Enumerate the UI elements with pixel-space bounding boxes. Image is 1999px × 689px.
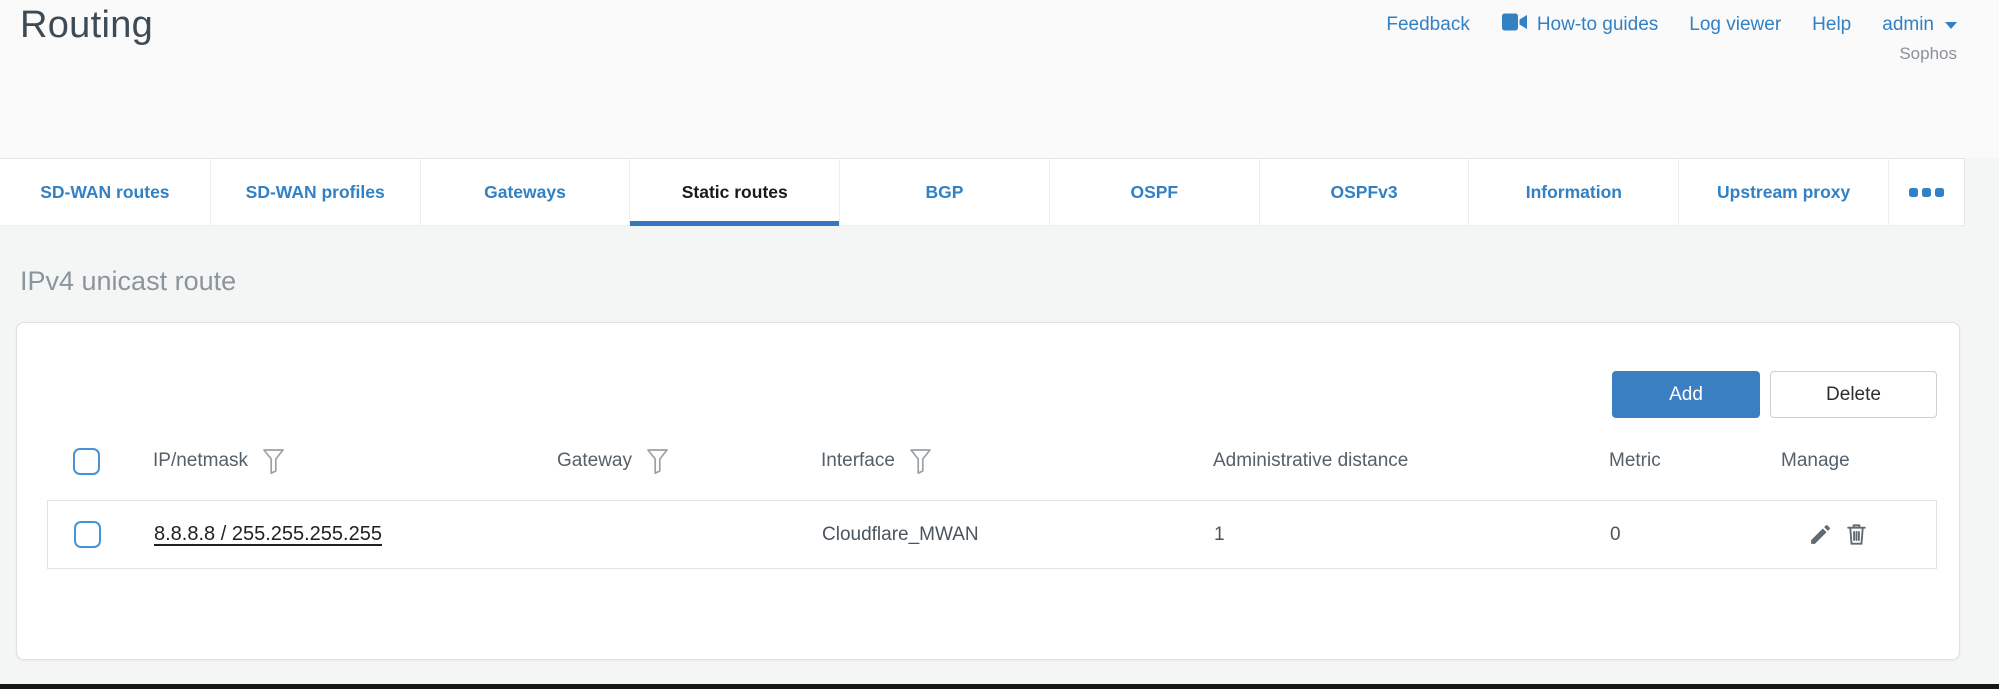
tab-label: OSPFv3 xyxy=(1331,182,1398,203)
toolbar: Add Delete xyxy=(1612,371,1937,418)
tab-information[interactable]: Information xyxy=(1468,159,1678,225)
delete-button[interactable]: Delete xyxy=(1770,371,1937,418)
interface-cell: Cloudflare_MWAN xyxy=(822,524,1214,546)
how-to-guides-link[interactable]: How-to guides xyxy=(1501,12,1658,38)
tab-label: SD-WAN routes xyxy=(40,182,169,203)
tab-label: Gateways xyxy=(484,182,566,203)
column-label: Administrative distance xyxy=(1213,450,1408,472)
ellipsis-icon xyxy=(1909,188,1918,197)
admin-menu[interactable]: admin xyxy=(1882,14,1957,36)
tab-sdwan-routes[interactable]: SD-WAN routes xyxy=(0,159,210,225)
tab-static-routes[interactable]: Static routes xyxy=(629,159,839,225)
brand-label: Sophos xyxy=(1899,44,1957,64)
tab-bgp[interactable]: BGP xyxy=(839,159,1049,225)
routes-card: Add Delete IP/netmask Gateway Interface … xyxy=(16,322,1960,660)
column-header-gateway: Gateway xyxy=(557,448,821,474)
admin-menu-label: admin xyxy=(1882,14,1934,36)
column-header-metric: Metric xyxy=(1609,450,1781,472)
route-link[interactable]: 8.8.8.8 / 255.255.255.255 xyxy=(154,523,382,545)
filter-icon[interactable] xyxy=(909,448,932,474)
column-label: Gateway xyxy=(557,450,632,472)
edit-pencil-icon[interactable] xyxy=(1808,522,1833,547)
select-all-checkbox[interactable] xyxy=(73,448,100,475)
log-viewer-link[interactable]: Log viewer xyxy=(1689,14,1781,36)
column-header-manage: Manage xyxy=(1781,450,1937,472)
tab-label: Information xyxy=(1526,182,1622,203)
tab-ospf[interactable]: OSPF xyxy=(1049,159,1259,225)
add-button[interactable]: Add xyxy=(1612,371,1760,418)
filter-icon[interactable] xyxy=(262,448,285,474)
log-viewer-label: Log viewer xyxy=(1689,14,1781,36)
column-header-interface: Interface xyxy=(821,448,1213,474)
admin-distance-cell: 1 xyxy=(1214,524,1610,546)
column-label: Manage xyxy=(1781,450,1850,472)
manage-cell xyxy=(1782,522,1936,547)
column-label: Metric xyxy=(1609,450,1661,472)
column-header-admin-distance: Administrative distance xyxy=(1213,450,1609,472)
column-label: Interface xyxy=(821,450,895,472)
tab-label: BGP xyxy=(926,182,964,203)
feedback-link[interactable]: Feedback xyxy=(1386,14,1469,36)
tab-upstream-proxy[interactable]: Upstream proxy xyxy=(1678,159,1888,225)
column-header-ip-netmask: IP/netmask xyxy=(153,448,557,474)
row-checkbox[interactable] xyxy=(74,521,101,548)
ellipsis-icon xyxy=(1922,188,1931,197)
tab-label: Static routes xyxy=(682,182,788,203)
how-to-guides-label: How-to guides xyxy=(1537,14,1658,36)
tab-label: OSPF xyxy=(1130,182,1178,203)
tab-sdwan-profiles[interactable]: SD-WAN profiles xyxy=(210,159,420,225)
table-row: 8.8.8.8 / 255.255.255.255 Cloudflare_MWA… xyxy=(47,500,1937,569)
chevron-down-icon xyxy=(1945,22,1957,29)
delete-trash-icon[interactable] xyxy=(1844,522,1869,547)
video-camera-icon xyxy=(1501,12,1528,38)
feedback-link-label: Feedback xyxy=(1386,14,1469,36)
bottom-window-edge xyxy=(0,684,1999,689)
tab-label: SD-WAN profiles xyxy=(246,182,385,203)
help-link[interactable]: Help xyxy=(1812,14,1851,36)
column-label: IP/netmask xyxy=(153,450,248,472)
ellipsis-icon xyxy=(1935,188,1944,197)
table-header: IP/netmask Gateway Interface Administrat… xyxy=(47,439,1937,483)
top-nav: Feedback How-to guides Log viewer Help a… xyxy=(1386,12,1957,38)
tab-ospfv3[interactable]: OSPFv3 xyxy=(1259,159,1469,225)
tab-overflow-button[interactable] xyxy=(1888,159,1964,225)
metric-cell: 0 xyxy=(1610,524,1782,546)
tab-gateways[interactable]: Gateways xyxy=(420,159,630,225)
page-title: Routing xyxy=(20,4,153,47)
filter-icon[interactable] xyxy=(646,448,669,474)
tab-bar: SD-WAN routes SD-WAN profiles Gateways S… xyxy=(0,158,1965,226)
section-heading: IPv4 unicast route xyxy=(20,266,236,297)
tab-label: Upstream proxy xyxy=(1717,182,1850,203)
help-label: Help xyxy=(1812,14,1851,36)
